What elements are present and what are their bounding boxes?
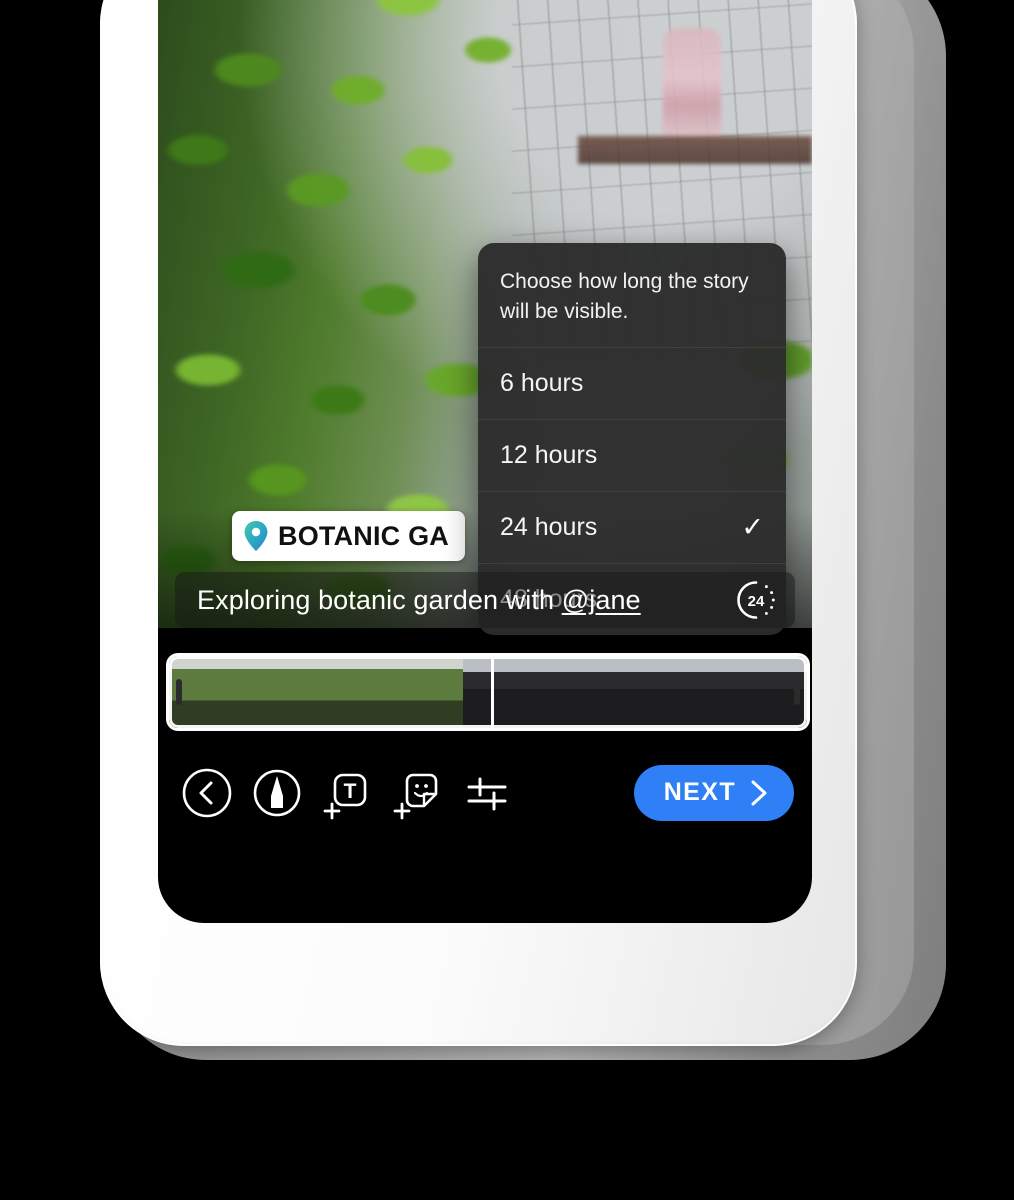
caption-text: Exploring botanic garden with @jane [197,585,641,616]
location-sticker[interactable]: BOTANIC GA [232,511,465,561]
filmstrip-frame [414,656,464,728]
add-text-icon: T [323,773,367,819]
playhead[interactable] [491,656,494,728]
add-sticker-button[interactable] [382,758,452,828]
trim-handle-left[interactable] [176,679,182,705]
location-sticker-label: BOTANIC GA [278,520,449,551]
adjust-button[interactable] [452,758,522,828]
location-pin-icon [244,521,268,551]
check-icon: ✓ [741,511,764,542]
caption-mention[interactable]: @jane [562,585,641,615]
next-button-label: NEXT [663,778,736,806]
editor-toolbar: T NEXT [158,745,812,840]
filmstrip [169,656,807,728]
duration-option-label: 12 hours [500,440,598,469]
svg-text:24: 24 [748,593,765,610]
duration-menu-header: Choose how long the story will be visibl… [478,243,786,347]
back-button[interactable] [172,758,242,828]
duration-option-24h[interactable]: 24 hours ✓ [478,490,786,563]
add-sticker-icon [393,773,438,819]
duration-option-label: 24 hours [500,512,598,541]
duration-menu-prompt: Choose how long the story will be visibl… [500,270,749,323]
sliders-icon [467,777,507,810]
next-button[interactable]: NEXT [633,764,794,821]
filmstrip-frame [267,656,317,728]
caption-text-body: Exploring botanic garden with [197,584,562,615]
duration-option-12h[interactable]: 12 hours [478,418,786,491]
add-text-button[interactable]: T [312,758,382,828]
screenshot-stage: BOTANIC GA Choose how long the story wil… [0,0,1014,1200]
trim-handle-right[interactable] [794,679,800,705]
filmstrip-frame [316,656,366,728]
svg-text:T: T [344,780,357,803]
filmstrip-frame [659,656,709,728]
filmstrip-frame [708,656,758,728]
duration-option-label: 6 hours [500,368,584,397]
duration-option-6h[interactable]: 6 hours [478,346,786,419]
chevron-right-icon [751,780,767,805]
pen-circle-icon [253,769,301,816]
duration-24-icon[interactable]: 24 [735,579,777,621]
video-trim-timeline[interactable] [166,653,810,731]
filmstrip-frame [463,656,513,728]
filmstrip-frame [365,656,415,728]
phone-screen: BOTANIC GA Choose how long the story wil… [158,0,812,923]
filmstrip-frame [610,656,660,728]
filmstrip-frame [218,656,268,728]
caption-bar[interactable]: Exploring botanic garden with @jane 24 [175,572,795,628]
filmstrip-frame [561,656,611,728]
filmstrip-frame [512,656,562,728]
draw-button[interactable] [242,758,312,828]
chevron-left-circle-icon [182,768,232,817]
